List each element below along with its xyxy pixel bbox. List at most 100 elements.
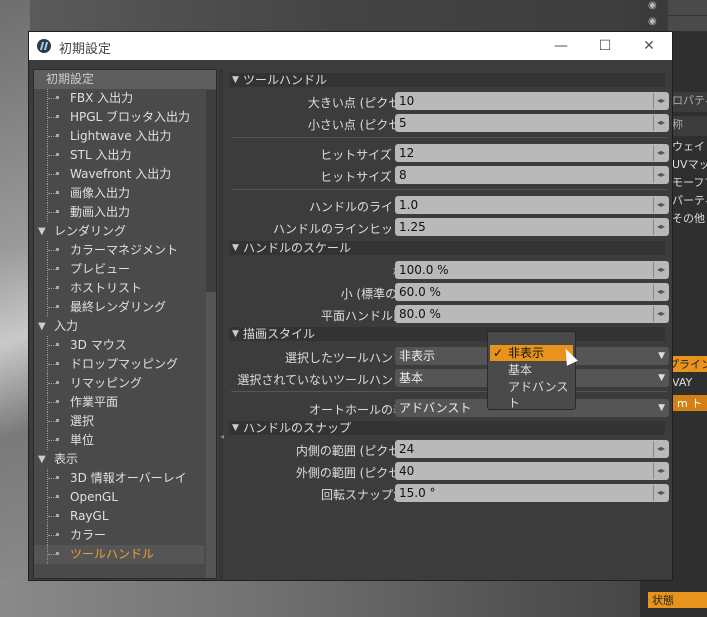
section-handle-scale[interactable]: ▼ ハンドルのスケール (229, 241, 665, 255)
item-row[interactable] (668, 0, 707, 16)
tree-item[interactable]: RayGL (34, 507, 204, 526)
tree-connector (47, 184, 61, 203)
maximize-button[interactable]: ☐ (583, 32, 627, 60)
tree-item[interactable]: 作業平面 (34, 393, 204, 412)
line-hit-width-field[interactable]: 1.25 ◂▸ (395, 218, 669, 236)
tree-item[interactable]: ホストリスト (34, 279, 204, 298)
scale-small-field[interactable]: 60.0 % ◂▸ (395, 283, 669, 301)
title-bar[interactable]: 初期設定 — ☐ ✕ (29, 32, 672, 60)
eye-icon[interactable]: ◉ (648, 0, 662, 12)
drag-knob-icon[interactable]: ◂▸ (653, 262, 668, 278)
outer-range-field[interactable]: 40 ◂▸ (395, 462, 669, 480)
line-width-label: ハンドルのライン幅 (308, 200, 417, 214)
scale-standard-field[interactable]: 100.0 % ◂▸ (395, 261, 669, 279)
list-item[interactable]: ウェイトマ (672, 138, 707, 154)
hit-small-label: ヒットサイズ (小) (320, 170, 417, 184)
tree-item[interactable]: ドロップマッピング (34, 355, 204, 374)
dropdown-option-advanced[interactable]: アドバンスト (490, 379, 573, 410)
large-point-field[interactable]: 10 ◂▸ (395, 92, 669, 110)
tree-item[interactable]: 選択 (34, 412, 204, 431)
list-item[interactable]: ▸ m ト (668, 395, 707, 411)
line-width-field[interactable]: 1.0 ◂▸ (395, 196, 669, 214)
tree-item-label: Lightwave 入出力 (70, 129, 172, 143)
tree-item[interactable]: 3D マウス (34, 336, 204, 355)
tree-group[interactable]: ▼ レンダリング (34, 222, 204, 241)
eye-icon[interactable]: ◉ (648, 16, 662, 28)
inner-range-field[interactable]: 24 ◂▸ (395, 440, 669, 458)
hit-large-field[interactable]: 12 ◂▸ (395, 144, 669, 162)
drag-knob-icon[interactable]: ◂▸ (653, 441, 668, 457)
tree-item-label: カラーマネジメント (70, 243, 179, 257)
chevron-down-icon: ▼ (658, 403, 665, 413)
tree-group[interactable]: ▼ 入力 (34, 317, 204, 336)
tree-item-label: Wavefront 入出力 (70, 167, 172, 181)
tree-item[interactable]: リマッピング (34, 374, 204, 393)
properties-tab[interactable]: ロパティ (672, 92, 707, 112)
tree-item[interactable]: STL 入出力 (34, 146, 204, 165)
hit-small-field[interactable]: 8 ◂▸ (395, 166, 669, 184)
tree-item[interactable]: 3D 情報オーバーレイ (34, 469, 204, 488)
section-tool-handle[interactable]: ▼ ツールハンドル (229, 73, 665, 87)
list-item[interactable]: UVマップ (672, 156, 707, 172)
drag-knob-icon[interactable]: ◂▸ (653, 219, 668, 235)
section-title: ツールハンドル (243, 73, 328, 87)
section-title: 描画スタイル (243, 327, 316, 341)
tree-item-label: 3D マウス (70, 338, 127, 352)
drag-knob-icon[interactable]: ◂▸ (653, 197, 668, 213)
drag-knob-icon[interactable]: ◂▸ (653, 115, 668, 131)
tree-item[interactable]: プレビュー (34, 260, 204, 279)
line-hit-width-label: ハンドルのラインヒット幅 (272, 222, 417, 236)
drag-knob-icon[interactable]: ◂▸ (653, 167, 668, 183)
divider (231, 391, 667, 392)
tree-connector (47, 89, 61, 108)
state-tab[interactable]: 状態 (648, 592, 707, 608)
section-handle-snap[interactable]: ▼ ハンドルのスナップ (229, 421, 665, 435)
tree-item[interactable]: 単位 (34, 431, 204, 450)
expand-triangle-icon[interactable]: ▼ (38, 222, 46, 241)
list-item[interactable]: モーフマ (672, 174, 707, 190)
tree-item[interactable]: 動画入出力 (34, 203, 204, 222)
expand-triangle-icon[interactable]: ▼ (38, 450, 46, 469)
tree-item[interactable]: FBX 入出力 (34, 89, 204, 108)
tree-item[interactable]: カラーマネジメント (34, 241, 204, 260)
drag-knob-icon[interactable]: ◂▸ (653, 93, 668, 109)
tree-item[interactable]: HPGL ブロッタ入出力 (34, 108, 204, 127)
tree-item-label: リマッピング (70, 376, 143, 390)
close-button[interactable]: ✕ (627, 32, 671, 60)
plane-ratio-label: 平面ハンドル比率 (320, 309, 417, 323)
tree-item[interactable]: OpenGL (34, 488, 204, 507)
drag-knob-icon[interactable]: ◂▸ (653, 284, 668, 300)
small-point-field[interactable]: 5 ◂▸ (395, 114, 669, 132)
outer-range-label: 外側の範囲 (ピクセル) (295, 466, 417, 480)
splitter-grip-icon: ◂ (220, 432, 225, 441)
minimize-button[interactable]: — (539, 32, 583, 60)
tree-item-label: レンダリング (54, 224, 127, 238)
tab-spline[interactable]: プライン (668, 356, 707, 372)
dropdown-option-basic[interactable]: 基本 (490, 362, 573, 378)
list-item[interactable]: その他 (672, 210, 707, 226)
tree-item[interactable]: 最終レンダリング (34, 298, 204, 317)
section-draw-style[interactable]: ▼ 描画スタイル (229, 327, 665, 341)
inner-range-label: 内側の範囲 (ピクセル) (295, 444, 417, 458)
tree-item[interactable]: Lightwave 入出力 (34, 127, 204, 146)
tree-item[interactable]: カラー (34, 526, 204, 545)
drag-knob-icon[interactable]: ◂▸ (653, 306, 668, 322)
tree-item[interactable]: 画像入出力 (34, 184, 204, 203)
list-item[interactable]: パーティ (672, 192, 707, 208)
pane-splitter[interactable] (219, 69, 223, 579)
expand-triangle-icon[interactable]: ▼ (38, 317, 46, 336)
unselected-handle-label: 選択されていないツールハンドル (237, 373, 417, 387)
tree-item[interactable]: Wavefront 入出力 (34, 165, 204, 184)
tree-item-label: 最終レンダリング (70, 300, 167, 314)
rotate-snap-field[interactable]: 15.0 ° ◂▸ (395, 484, 669, 502)
drag-knob-icon[interactable]: ◂▸ (653, 485, 668, 501)
item-row[interactable] (668, 16, 707, 32)
tree-root[interactable]: 初期設定 (34, 70, 216, 89)
tree-item-label: 動画入出力 (70, 205, 131, 219)
tree-group[interactable]: ▼ 表示 (34, 450, 204, 469)
tree-item[interactable]: ツールハンドル (34, 545, 204, 564)
drag-knob-icon[interactable]: ◂▸ (653, 145, 668, 161)
plane-ratio-field[interactable]: 80.0 % ◂▸ (395, 305, 669, 323)
drag-knob-icon[interactable]: ◂▸ (653, 463, 668, 479)
tree-scrollbar-thumb[interactable] (206, 292, 216, 578)
